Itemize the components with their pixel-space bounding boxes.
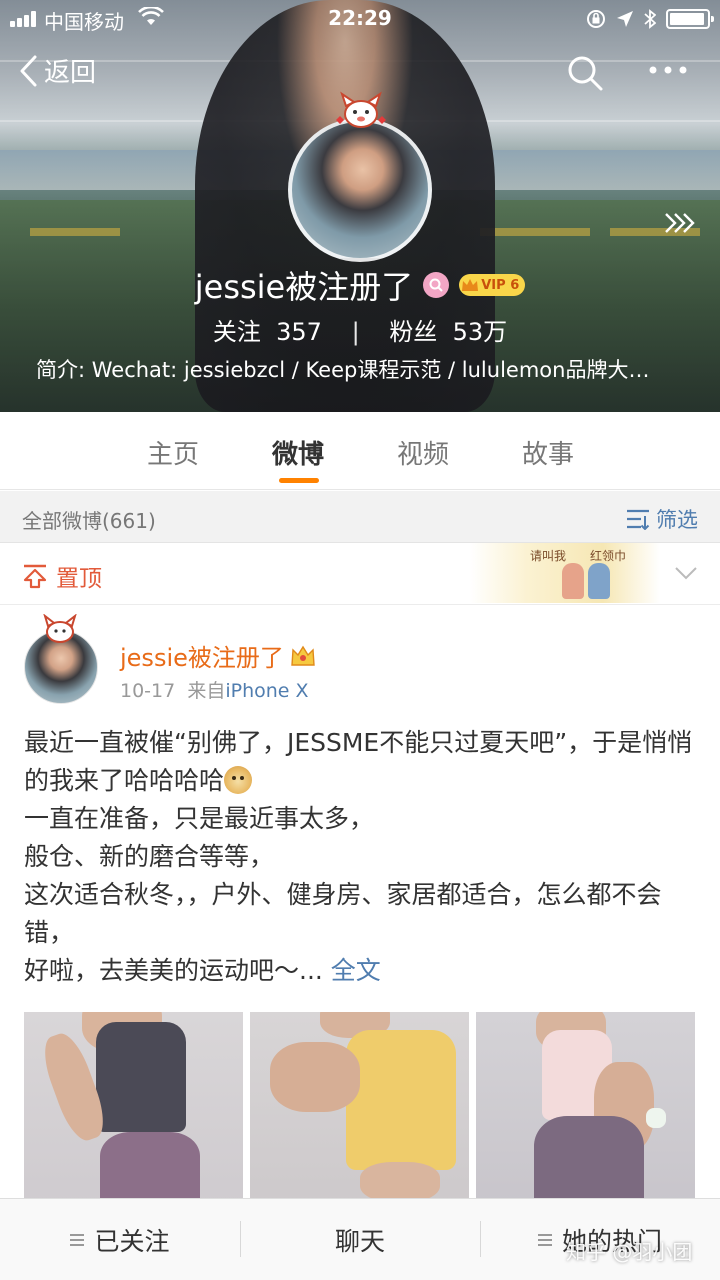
menu-icon — [70, 1234, 85, 1246]
chevron-left-icon — [20, 55, 37, 86]
vip-label: VIP 6 — [481, 277, 520, 293]
vip-badge[interactable]: VIP 6 — [459, 274, 526, 296]
pinned-row[interactable]: 置顶 请叫我 红领巾 — [0, 543, 720, 605]
post-line-text: 好啦，去美美的运动吧～... — [24, 956, 323, 985]
profile-name-row: jessie被注册了 VIP 6 — [0, 262, 720, 308]
tab-weibo[interactable]: 微博 — [272, 434, 324, 471]
chevron-down-icon[interactable] — [674, 563, 698, 583]
banner-figure — [562, 563, 584, 599]
following-label: 关注 — [212, 318, 261, 346]
post-source-prefix: 来自 — [187, 680, 226, 702]
status-bar: 中国移动 22:29 — [0, 0, 720, 38]
bluetooth-icon — [644, 9, 656, 29]
banner-text: 请叫我 红领巾 — [530, 549, 627, 563]
post-author[interactable]: jessie被注册了 — [120, 638, 316, 673]
menu-icon — [537, 1234, 552, 1246]
following-count: 357 — [276, 318, 322, 346]
weibo-post: jessie被注册了 10-17 来自iPhone X 最近一直被催“别佛了，J… — [0, 606, 720, 1206]
rotation-lock-icon — [587, 10, 605, 28]
followers-stat[interactable]: 粉丝 53万 — [389, 318, 507, 346]
banner-figure — [588, 563, 610, 599]
following-stat[interactable]: 关注 357 — [213, 318, 322, 346]
status-right — [586, 6, 714, 32]
read-more-link[interactable]: 全文 — [331, 956, 381, 985]
pinned-label-group: 置顶 — [22, 559, 102, 593]
tab-video[interactable]: 视频 — [397, 434, 449, 471]
verified-badge-icon[interactable] — [423, 272, 450, 298]
post-meta: 10-17 来自iPhone X — [120, 676, 309, 703]
filter-icon — [627, 509, 650, 530]
avatar-pendant-icon — [336, 91, 386, 128]
filter-bar: 全部微博(661) 筛选 — [0, 491, 720, 543]
followers-count: 53万 — [452, 318, 508, 346]
post-line: 一直在准备，只是最近事太多， — [24, 804, 375, 833]
back-button[interactable]: 返回 — [18, 52, 96, 89]
profile-name: jessie被注册了 — [194, 268, 414, 306]
pinned-label: 置顶 — [56, 566, 102, 592]
vip-crown-icon — [291, 645, 315, 666]
search-icon[interactable] — [566, 54, 604, 92]
post-date: 10-17 — [120, 680, 176, 702]
post-line: 这次适合秋冬，，户外、健身房、家居都适合，怎么都不会错， — [24, 880, 662, 947]
profile-tabs: 主页 微博 视频 故事 — [0, 412, 720, 490]
stats-separator: | — [351, 318, 360, 346]
post-photo[interactable] — [250, 1012, 469, 1206]
filter-label: 筛选 — [656, 508, 698, 532]
pinned-banner[interactable]: 请叫我 红领巾 — [470, 543, 660, 603]
followers-label: 粉丝 — [389, 318, 438, 346]
tab-story[interactable]: 故事 — [522, 434, 574, 471]
post-count: 全部微博(661) — [22, 509, 156, 533]
profile-bio[interactable]: 简介: Wechat: jessiebzcl / Keep课程示范 / lulu… — [36, 354, 686, 384]
chat-button[interactable]: 聊天 — [240, 1199, 480, 1280]
crown-icon — [462, 279, 479, 291]
post-line: 最近一直被催“别佛了，JESSME不能只过夏天吧”，于是悄悄的我来了哈哈哈哈 — [24, 724, 700, 800]
profile-avatar[interactable] — [288, 91, 432, 262]
filter-button[interactable]: 筛选 — [626, 504, 698, 534]
tab-home[interactable]: 主页 — [147, 434, 199, 471]
cover-more-icon[interactable] — [662, 210, 698, 236]
doge-emoji-icon — [224, 766, 253, 794]
location-icon — [617, 11, 633, 27]
pin-top-icon — [23, 564, 47, 589]
followed-label: 已关注 — [94, 1227, 170, 1256]
post-line: 般仓、新的磨合等等， — [24, 842, 275, 871]
avatar-pendant-icon — [43, 614, 77, 643]
avatar — [288, 118, 432, 262]
battery-icon — [666, 9, 714, 29]
post-text[interactable]: 最近一直被催“别佛了，JESSME不能只过夏天吧”，于是悄悄的我来了哈哈哈哈 一… — [24, 724, 700, 990]
followed-button[interactable]: 已关注 — [0, 1199, 240, 1280]
post-author-name: jessie被注册了 — [120, 644, 284, 672]
post-source[interactable]: iPhone X — [225, 680, 308, 702]
watermark: 知乎 @羽小团 — [566, 1240, 693, 1264]
chat-label: 聊天 — [334, 1227, 385, 1256]
post-line: 好啦，去美美的运动吧～... 全文 — [24, 952, 700, 990]
post-photo[interactable] — [476, 1012, 695, 1206]
post-photo[interactable] — [24, 1012, 243, 1206]
post-photos — [24, 1012, 696, 1206]
back-label: 返回 — [44, 58, 97, 88]
profile-stats: 关注 357 | 粉丝 53万 — [0, 312, 720, 347]
post-line-text: 最近一直被催“别佛了，JESSME不能只过夏天吧”，于是悄悄的我来了哈哈哈哈 — [24, 728, 693, 795]
active-tab-indicator — [279, 478, 319, 483]
more-icon[interactable] — [648, 60, 688, 80]
